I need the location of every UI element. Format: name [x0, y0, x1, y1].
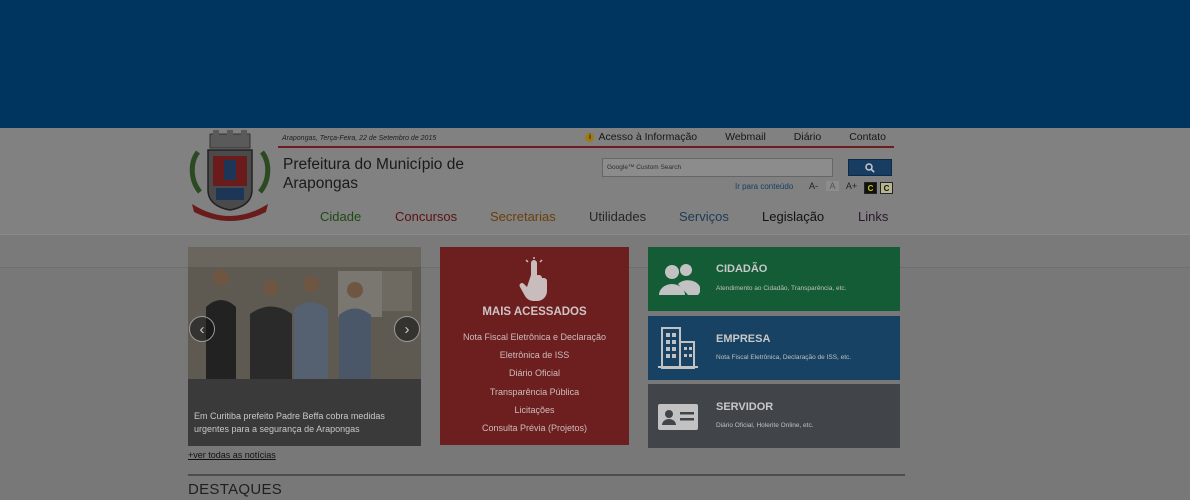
tile-title: SERVIDOR: [716, 401, 774, 413]
municipal-crest-logo[interactable]: [186, 130, 274, 226]
nav-item-utilidades[interactable]: Utilidades: [589, 209, 646, 224]
tile-subtitle: Nota Fiscal Eletrônica, Declaração de IS…: [716, 354, 852, 361]
building-icon: [658, 327, 698, 369]
tile-cidadao[interactable]: CIDADÃO Atendimento ao Cidadão, Transpar…: [648, 247, 900, 311]
tile-subtitle: Atendimento ao Cidadão, Transparência, e…: [716, 285, 847, 292]
high-contrast-button[interactable]: C: [864, 182, 877, 194]
contato-link[interactable]: Contato: [849, 131, 886, 143]
site-title[interactable]: Prefeitura do Município de Arapongas: [283, 155, 473, 193]
tile-subtitle: Diário Oficial, Holerite Online, etc.: [716, 422, 814, 429]
font-size-controls: A- A A+: [807, 181, 858, 191]
news-photo: [188, 247, 421, 379]
tile-servidor[interactable]: SERVIDOR Diário Oficial, Holerite Online…: [648, 384, 900, 448]
list-item[interactable]: Nota Fiscal Eletrônica e Declaração: [440, 328, 629, 346]
info-icon: i: [585, 132, 595, 142]
list-item[interactable]: Diário Oficial: [440, 364, 629, 382]
nav-item-cidade[interactable]: Cidade: [320, 209, 361, 224]
current-date: Arapongas, Terça-Feira, 22 de Setembro d…: [282, 135, 437, 142]
most-accessed-panel: MAIS ACESSADOS Nota Fiscal Eletrônica e …: [440, 247, 629, 445]
access-info-link[interactable]: i Acesso à Informação: [585, 131, 697, 143]
normal-contrast-button[interactable]: C: [880, 182, 893, 194]
webmail-link[interactable]: Webmail: [725, 131, 766, 143]
section-divider: [188, 474, 905, 476]
access-info-label: Acesso à Informação: [598, 131, 698, 143]
more-news-link[interactable]: +ver todas as notícias: [188, 450, 276, 460]
tile-title: EMPRESA: [716, 333, 771, 345]
tile-empresa[interactable]: EMPRESA Nota Fiscal Eletrônica, Declaraç…: [648, 316, 900, 380]
search-button[interactable]: [848, 159, 892, 176]
tap-hand-icon: [519, 257, 547, 301]
slider-next-button[interactable]: ›: [394, 316, 420, 342]
page-body: Arapongas, Terça-Feira, 22 de Setembro d…: [0, 128, 1190, 500]
diario-link[interactable]: Diário: [794, 131, 821, 143]
nav-item-concursos[interactable]: Concursos: [395, 209, 457, 224]
nav-item-links[interactable]: Links: [858, 209, 888, 224]
skip-to-content-link[interactable]: Ir para conteúdo: [735, 182, 793, 191]
list-item[interactable]: Consulta Prévia (Projetos): [440, 419, 629, 437]
list-item[interactable]: Licitações: [440, 401, 629, 419]
people-icon: [659, 264, 700, 295]
nav-item-secretarias[interactable]: Secretarias: [490, 209, 556, 224]
tile-title: CIDADÃO: [716, 263, 768, 275]
font-increase-button[interactable]: A+: [845, 181, 858, 191]
news-caption[interactable]: Em Curitiba prefeito Padre Beffa cobra m…: [194, 410, 409, 436]
top-banner-band: [0, 0, 1190, 128]
most-accessed-title: MAIS ACESSADOS: [482, 306, 587, 318]
contrast-controls: C C: [864, 182, 893, 194]
search-input[interactable]: Google™ Custom Search: [602, 158, 833, 177]
id-card-icon: [658, 404, 698, 430]
top-links: i Acesso à Informação Webmail Diário Con…: [585, 131, 886, 143]
most-accessed-list: Nota Fiscal Eletrônica e Declaração Elet…: [440, 328, 629, 437]
search-icon: [865, 162, 875, 173]
destaques-heading: DESTAQUES: [188, 481, 283, 498]
chevron-right-icon: ›: [404, 320, 410, 338]
font-decrease-button[interactable]: A-: [807, 181, 820, 191]
nav-item-servicos[interactable]: Serviços: [679, 209, 729, 224]
font-default-button[interactable]: A: [826, 181, 839, 191]
top-info-bar: Arapongas, Terça-Feira, 22 de Setembro d…: [278, 128, 894, 148]
slider-prev-button[interactable]: ‹: [189, 316, 215, 342]
chevron-left-icon: ‹: [199, 320, 205, 338]
nav-item-legislacao[interactable]: Legislação: [762, 209, 824, 224]
list-item[interactable]: Transparência Pública: [440, 383, 629, 401]
list-item[interactable]: Eletrônica de ISS: [440, 346, 629, 364]
news-slider[interactable]: ‹ › Em Curitiba prefeito Padre Beffa cob…: [188, 247, 421, 446]
